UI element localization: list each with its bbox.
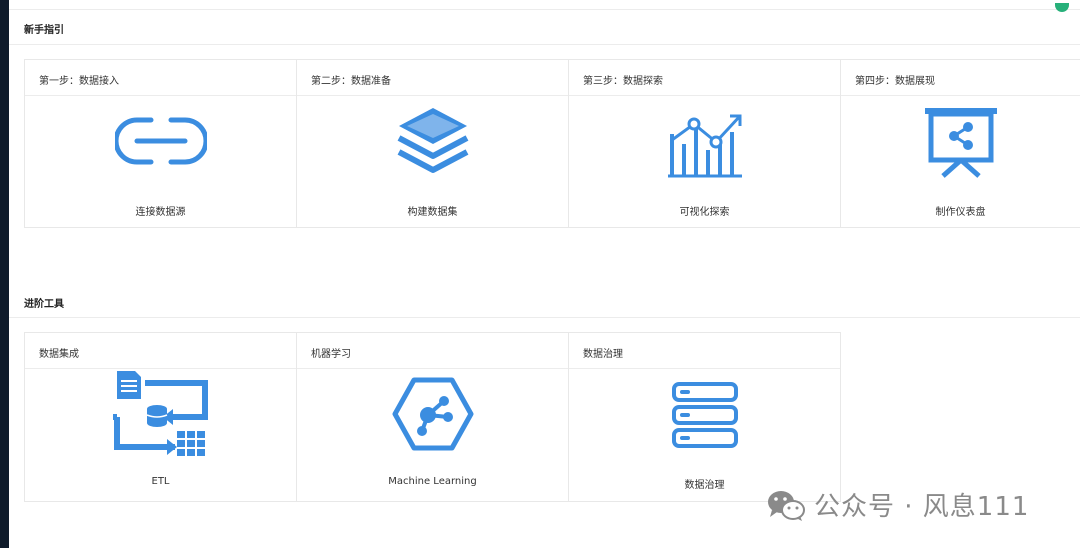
advanced-card-governance[interactable]: 数据治理 数据治理 (568, 332, 841, 502)
guide-card-explore[interactable]: 第三步：数据探索 可视化探索 (568, 59, 841, 228)
machine-learning-icon (297, 377, 568, 451)
card-action-label: ETL (151, 476, 170, 487)
guide-card-connect[interactable]: 第一步：数据接入 连接数据源 (24, 59, 297, 228)
layers-icon (297, 106, 568, 176)
wechat-icon (768, 490, 805, 521)
app-sidebar (0, 0, 9, 548)
advanced-card-ml[interactable]: 机器学习 Machine Learning (296, 332, 569, 502)
card-action-label: 连接数据源 (135, 207, 186, 218)
guide-card-dashboard[interactable]: 第四步：数据展现 制作仪表盘 (840, 59, 1080, 228)
advanced-section-divider (9, 317, 1080, 318)
link-icon (25, 114, 296, 168)
card-step-title: 第一步：数据接入 (25, 60, 296, 96)
card-action-label: Machine Learning (388, 476, 477, 487)
etl-icon (25, 369, 296, 459)
advanced-section-title: 进阶工具 (24, 299, 64, 310)
chart-icon (569, 110, 840, 178)
watermark-text: 公众号 · 风息111 (814, 492, 1030, 522)
guide-section-divider (9, 44, 1080, 45)
card-action-label: 可视化探索 (679, 207, 730, 218)
guide-card-dataset[interactable]: 第二步：数据准备 构建数据集 (296, 59, 569, 228)
card-action-label: 制作仪表盘 (935, 207, 986, 218)
database-icon (569, 381, 840, 449)
guide-card-grid: 第一步：数据接入 连接数据源 第二步：数据准备 构建数据集 第三步：数据探索 可… (24, 59, 1080, 228)
card-tool-title: 数据治理 (569, 333, 840, 369)
advanced-card-etl[interactable]: 数据集成 ETL (24, 332, 297, 502)
card-step-title: 第三步：数据探索 (569, 60, 840, 96)
presentation-icon (841, 106, 1080, 178)
card-action-label: 构建数据集 (407, 207, 458, 218)
advanced-card-grid: 数据集成 ETL 机器学习 Machine Learning 数据治理 数据治理 (24, 332, 841, 502)
card-tool-title: 数据集成 (25, 333, 296, 369)
guide-section-title: 新手指引 (24, 25, 64, 36)
user-avatar[interactable] (1055, 3, 1069, 12)
watermark: 公众号 · 风息111 (766, 486, 1029, 523)
top-bar-divider (9, 3, 1080, 12)
card-tool-title: 机器学习 (297, 333, 568, 369)
card-step-title: 第四步：数据展现 (841, 60, 1080, 96)
card-step-title: 第二步：数据准备 (297, 60, 568, 96)
